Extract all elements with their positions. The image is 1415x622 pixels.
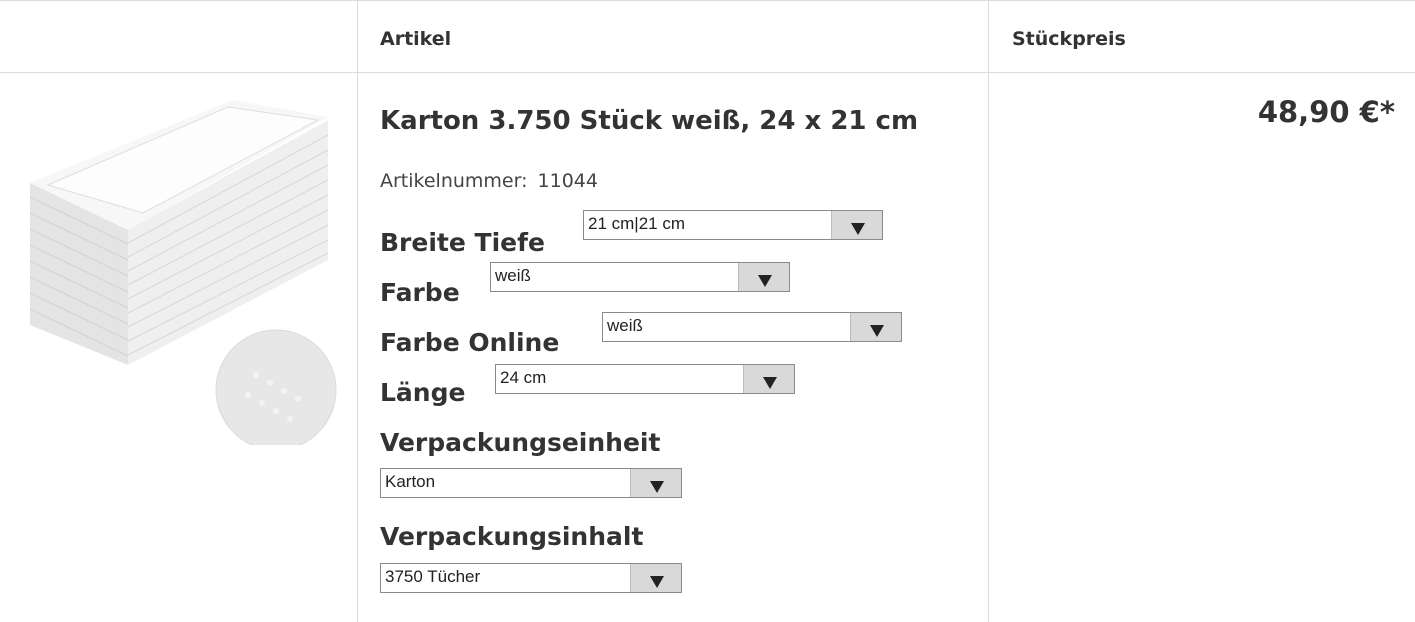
option-label-verpackungsinhalt: Verpackungsinhalt <box>380 522 644 551</box>
chevron-down-icon[interactable] <box>738 263 789 291</box>
column-divider <box>357 0 358 622</box>
option-label-farbe-online: Farbe Online <box>380 328 560 357</box>
chevron-down-icon[interactable] <box>850 313 901 341</box>
product-image[interactable] <box>18 95 338 451</box>
column-header-unit-price: Stückpreis <box>1012 28 1126 50</box>
option-label-laenge: Länge <box>380 378 466 407</box>
select-laenge[interactable]: 24 cm <box>495 364 795 394</box>
column-header-article: Artikel <box>380 28 452 50</box>
table-header-border <box>0 72 1415 73</box>
chevron-down-icon[interactable] <box>743 365 794 393</box>
chevron-down-icon[interactable] <box>630 564 681 592</box>
select-verpackungsinhalt[interactable]: 3750 Tücher <box>380 563 682 593</box>
unit-price: 48,90 €* <box>1257 95 1395 129</box>
select-value: 3750 Tücher <box>385 567 481 586</box>
select-farbe[interactable]: weiß <box>490 262 790 292</box>
select-verpackungseinheit[interactable]: Karton <box>380 468 682 498</box>
select-value: 21 cm|21 cm <box>588 214 686 233</box>
article-number-value: 11044 <box>537 170 598 192</box>
select-farbe-online[interactable]: weiß <box>602 312 902 342</box>
table-top-border <box>0 0 1415 1</box>
select-value: weiß <box>607 316 643 335</box>
select-value: 24 cm <box>500 368 547 387</box>
option-label-farbe: Farbe <box>380 278 460 307</box>
paper-towel-stack-image <box>18 95 338 451</box>
column-divider <box>988 0 989 622</box>
option-label-breite-tiefe: Breite Tiefe <box>380 228 545 257</box>
article-number-label: Artikelnummer: <box>380 170 528 192</box>
chevron-down-icon[interactable] <box>630 469 681 497</box>
chevron-down-icon[interactable] <box>831 211 882 239</box>
option-label-verpackungseinheit: Verpackungseinheit <box>380 428 661 457</box>
select-value: Karton <box>385 472 436 491</box>
product-title[interactable]: Karton 3.750 Stück weiß, 24 x 21 cm <box>380 106 918 136</box>
select-breite-tiefe[interactable]: 21 cm|21 cm <box>583 210 883 240</box>
select-value: weiß <box>495 266 531 285</box>
article-number-row: Artikelnummer: 11044 <box>380 170 598 192</box>
